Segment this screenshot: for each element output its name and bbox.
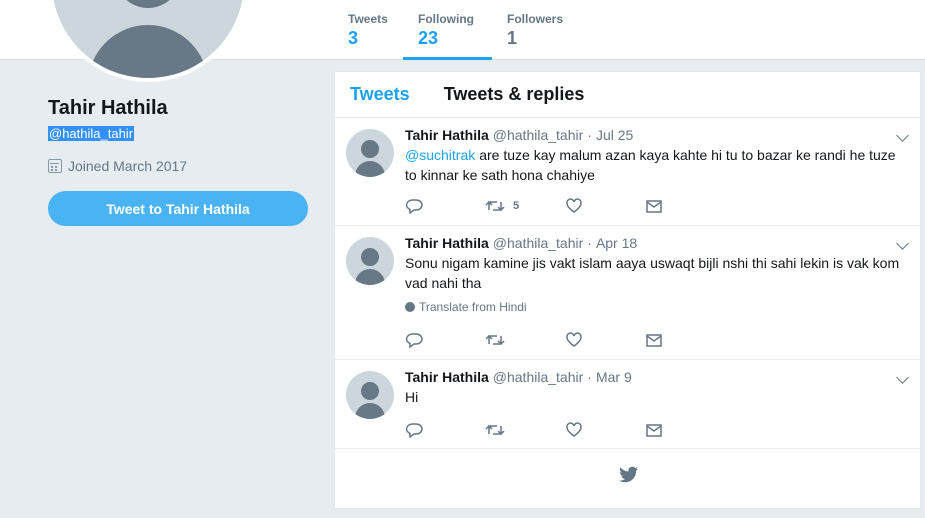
tweet[interactable]: Tahir Hathila @hathila_tahir · Jul 25 @s… <box>335 118 920 226</box>
like-icon <box>566 332 582 347</box>
timeline: Tweets Tweets & replies Tahir Hathila @h… <box>334 71 921 509</box>
tweet-body: are tuze kay malum azan kaya kahte hi tu… <box>405 147 896 183</box>
tweet-body: Sonu nigam kamine jis vakt islam aaya us… <box>405 255 900 291</box>
stat-followers-value: 1 <box>507 28 518 48</box>
message-icon <box>646 424 662 437</box>
message-button[interactable] <box>645 332 725 348</box>
translate-link[interactable]: Translate from Hindi <box>405 300 908 314</box>
message-button[interactable] <box>645 198 725 214</box>
joined-date: Joined March 2017 <box>48 158 187 174</box>
tweet-text: @suchitrak are tuze kay malum azan kaya k… <box>405 145 910 185</box>
retweet-button[interactable] <box>485 422 565 438</box>
stat-tweets-label: Tweets <box>348 12 388 26</box>
stat-tweets[interactable]: Tweets 3 <box>333 0 403 60</box>
tweet-actions <box>405 332 725 348</box>
retweet-icon <box>485 200 505 212</box>
tweet-actions: 5 <box>405 198 725 214</box>
tab-tweets-replies[interactable]: Tweets & replies <box>444 84 585 105</box>
retweet-count: 5 <box>513 200 520 212</box>
tweet-header: Tahir Hathila @hathila_tahir · Apr 18 <box>405 235 908 251</box>
tweet-author-name[interactable]: Tahir Hathila <box>405 235 489 251</box>
like-button[interactable] <box>565 332 645 348</box>
calendar-icon <box>48 159 62 173</box>
globe-icon <box>405 302 415 312</box>
joined-text: Joined March 2017 <box>68 158 188 174</box>
avatar[interactable] <box>346 371 394 419</box>
tweet-actions <box>405 422 725 438</box>
stat-followers[interactable]: Followers 1 <box>492 0 582 60</box>
avatar[interactable] <box>346 237 394 285</box>
message-icon <box>646 334 662 347</box>
stat-followers-label: Followers <box>507 12 564 26</box>
twitter-bird-icon <box>619 466 639 483</box>
tweet-separator: · <box>587 235 592 251</box>
message-button[interactable] <box>645 422 725 438</box>
tweet-author-handle[interactable]: @hathila_tahir <box>493 369 584 385</box>
profile-avatar[interactable] <box>48 0 248 82</box>
tweet-header: Tahir Hathila @hathila_tahir · Mar 9 <box>405 369 908 385</box>
stat-following[interactable]: Following 23 <box>403 0 492 60</box>
profile-handle[interactable]: @hathila_tahir <box>48 126 135 141</box>
timeline-tabs: Tweets Tweets & replies <box>335 72 920 118</box>
mention-link[interactable]: @suchitrak <box>405 147 475 163</box>
retweet-button[interactable]: 5 <box>485 198 565 214</box>
avatar[interactable] <box>346 129 394 177</box>
tweet-body: Hi <box>405 389 419 405</box>
stat-following-label: Following <box>418 12 474 26</box>
tweet-author-name[interactable]: Tahir Hathila <box>405 369 489 385</box>
retweet-icon <box>485 424 505 436</box>
reply-icon <box>405 333 423 348</box>
like-icon <box>566 422 582 437</box>
default-avatar-icon <box>52 0 244 78</box>
tweet-date[interactable]: Mar 9 <box>596 369 632 385</box>
reply-icon <box>405 199 423 214</box>
like-icon <box>566 198 582 213</box>
tweet-separator: · <box>587 127 592 143</box>
profile-name[interactable]: Tahir Hathila <box>48 97 168 120</box>
tweet-date[interactable]: Jul 25 <box>596 127 633 143</box>
tweet-date[interactable]: Apr 18 <box>596 235 637 251</box>
stat-following-value: 23 <box>418 28 439 48</box>
tweet-header: Tahir Hathila @hathila_tahir · Jul 25 <box>405 127 908 143</box>
tweet-author-handle[interactable]: @hathila_tahir <box>493 235 584 251</box>
reply-button[interactable] <box>405 422 485 438</box>
stat-tweets-value: 3 <box>348 28 359 48</box>
tweet-separator: · <box>587 369 592 385</box>
tab-tweets[interactable]: Tweets <box>350 84 410 105</box>
tweet[interactable]: Tahir Hathila @hathila_tahir · Mar 9 Hi <box>335 360 920 449</box>
profile-stats: Tweets 3 Following 23 Followers 1 <box>333 0 582 60</box>
retweet-button[interactable] <box>485 332 565 348</box>
translate-label: Translate from Hindi <box>419 300 527 314</box>
reply-button[interactable] <box>405 198 485 214</box>
retweet-icon <box>485 334 505 346</box>
tweet-author-name[interactable]: Tahir Hathila <box>405 127 489 143</box>
tweet[interactable]: Tahir Hathila @hathila_tahir · Apr 18 So… <box>335 226 920 360</box>
tweet-author-handle[interactable]: @hathila_tahir <box>493 127 584 143</box>
message-icon <box>646 200 662 213</box>
reply-icon <box>405 423 423 438</box>
tweet-to-button[interactable]: Tweet to Tahir Hathila <box>48 191 308 226</box>
reply-button[interactable] <box>405 332 485 348</box>
like-button[interactable] <box>565 422 645 438</box>
like-button[interactable] <box>565 198 645 214</box>
